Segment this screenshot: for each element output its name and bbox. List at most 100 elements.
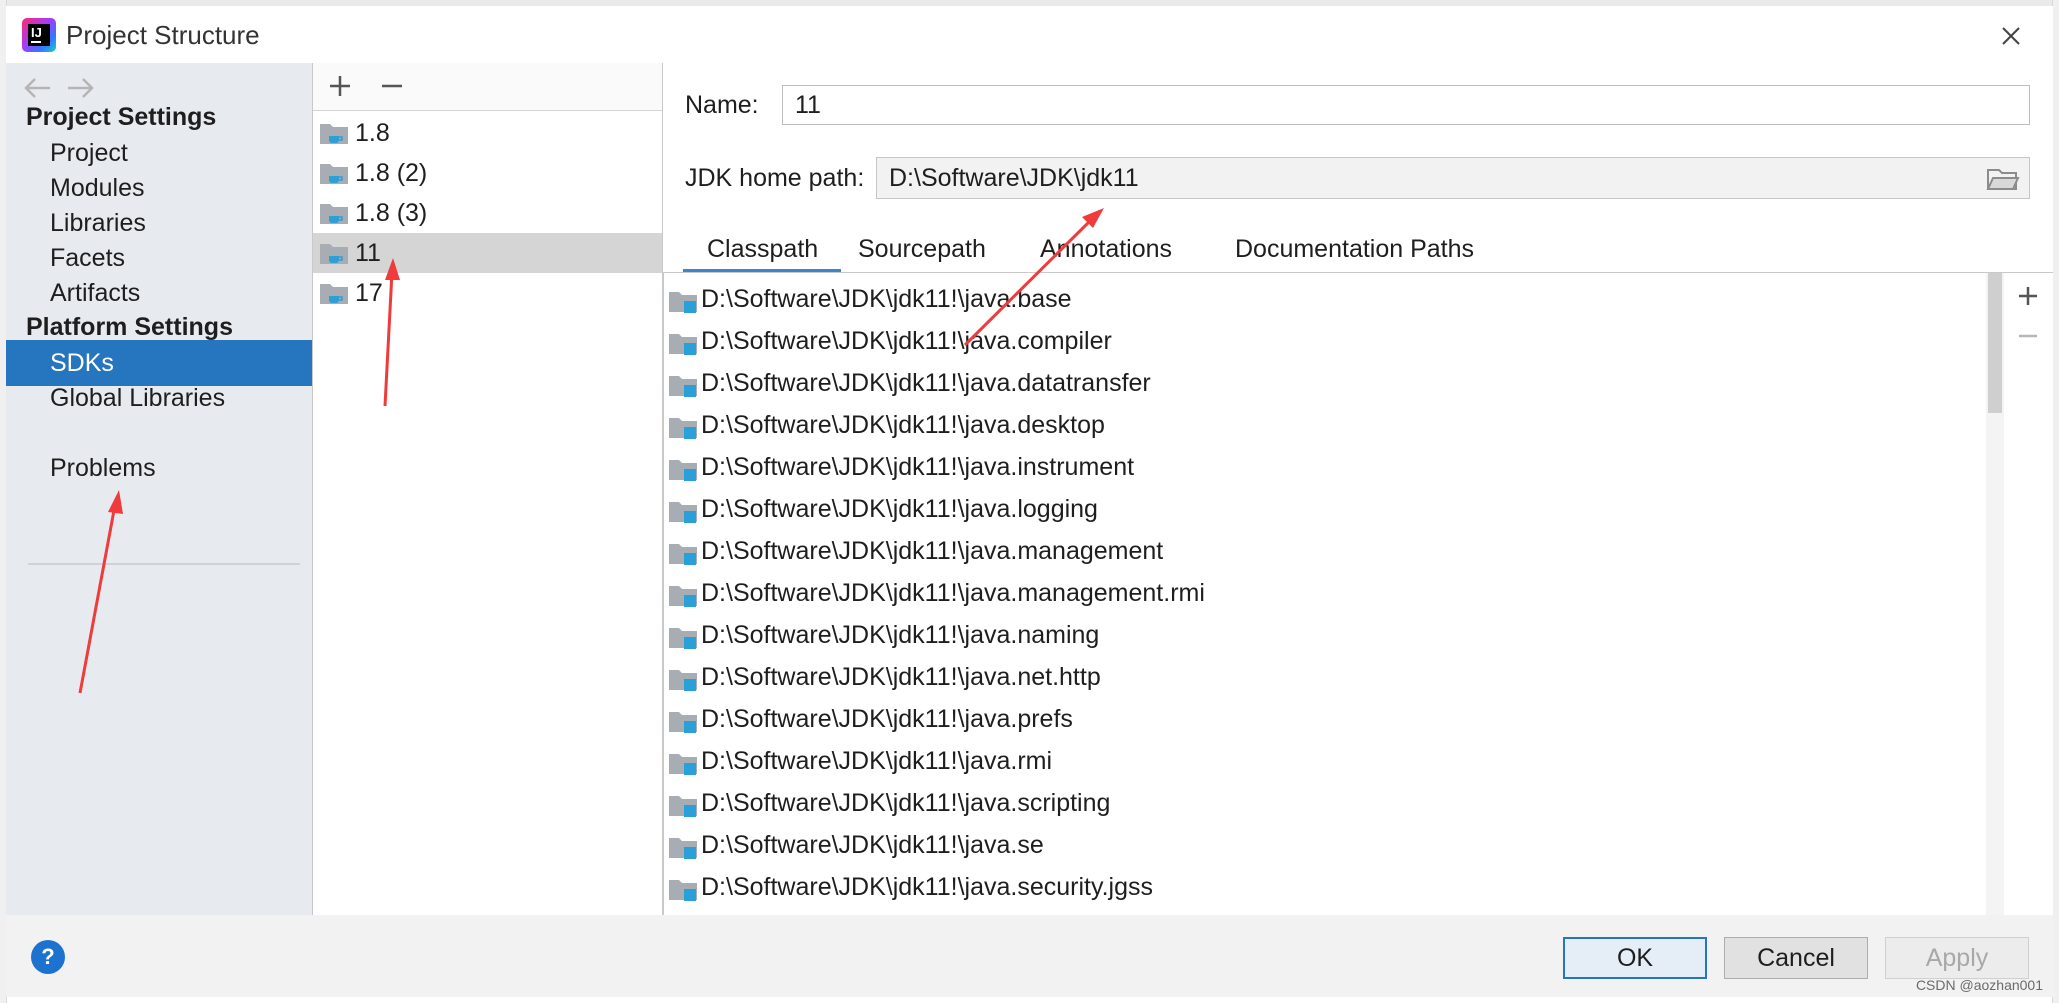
- close-icon[interactable]: [1991, 16, 2031, 56]
- remove-icon[interactable]: [377, 71, 407, 101]
- ok-button[interactable]: OK: [1563, 937, 1707, 979]
- sdk-list-item[interactable]: 1.8 (3): [313, 193, 662, 233]
- library-folder-icon: [669, 376, 697, 397]
- library-folder-icon: [669, 460, 697, 481]
- classpath-entry-label: D:\Software\JDK\jdk11!\java.management: [701, 537, 1164, 565]
- classpath-entry[interactable]: D:\Software\JDK\jdk11!\java.rmi: [664, 741, 1994, 783]
- nav-item-problems[interactable]: Problems: [6, 445, 312, 491]
- sdk-label: 1.8 (3): [355, 199, 428, 227]
- library-folder-icon: [669, 754, 697, 775]
- sdk-label: 1.8: [355, 119, 390, 147]
- tab-classpath[interactable]: Classpath: [683, 225, 841, 273]
- classpath-entry[interactable]: D:\Software\JDK\jdk11!\java.logging: [664, 489, 1994, 531]
- sdk-label: 1.8 (2): [355, 159, 428, 187]
- classpath-entry-label: D:\Software\JDK\jdk11!\java.base: [701, 285, 1072, 313]
- jdk-home-path-field[interactable]: D:\Software\JDK\jdk11: [876, 157, 2030, 199]
- tab-label: Documentation Paths: [1235, 235, 1475, 263]
- classpath-entry[interactable]: D:\Software\JDK\jdk11!\java.desktop: [664, 405, 1994, 447]
- classpath-entry[interactable]: D:\Software\JDK\jdk11!\java.base: [664, 279, 1994, 321]
- nav-item-global-libraries[interactable]: Global Libraries: [6, 375, 312, 421]
- settings-sidebar: Project Settings Project Modules Librari…: [6, 63, 313, 915]
- dialog-button-bar: ? OK Cancel Apply CSDN @aozhan001: [6, 915, 2053, 997]
- jdk-home-path-label: JDK home path:: [685, 164, 865, 192]
- remove-classpath-icon[interactable]: [2013, 321, 2043, 351]
- classpath-list[interactable]: D:\Software\JDK\jdk11!\java.base D:\Softw…: [663, 273, 2004, 915]
- library-folder-icon: [669, 334, 697, 355]
- classpath-entry[interactable]: D:\Software\JDK\jdk11!\java.security.jgs…: [664, 867, 1994, 909]
- forward-arrow-icon[interactable]: [62, 73, 98, 103]
- help-icon[interactable]: ?: [31, 940, 65, 974]
- scrollbar-thumb[interactable]: [1988, 273, 2002, 413]
- classpath-entry-label: D:\Software\JDK\jdk11!\java.se: [701, 831, 1044, 859]
- classpath-entry[interactable]: D:\Software\JDK\jdk11!\java.instrument: [664, 447, 1994, 489]
- window-title: Project Structure: [66, 20, 260, 50]
- classpath-entry-label: D:\Software\JDK\jdk11!\java.security.jgs…: [701, 873, 1154, 901]
- nav-item-artifacts[interactable]: Artifacts: [6, 270, 312, 316]
- apply-button[interactable]: Apply: [1885, 937, 2029, 979]
- sdk-detail-panel: Name: JDK home path: D:\Software\JDK\jdk…: [663, 63, 2053, 915]
- classpath-entry[interactable]: D:\Software\JDK\jdk11!\java.management: [664, 531, 1994, 573]
- library-folder-icon: [669, 502, 697, 523]
- classpath-entry[interactable]: D:\Software\JDK\jdk11!\java.scripting: [664, 783, 1994, 825]
- tab-label: Classpath: [707, 235, 819, 263]
- sdk-list-item[interactable]: 1.8 (2): [313, 153, 662, 193]
- tab-sourcepath[interactable]: Sourcepath: [858, 225, 998, 273]
- classpath-entry[interactable]: D:\Software\JDK\jdk11!\java.se: [664, 825, 1994, 867]
- classpath-entry-label: D:\Software\JDK\jdk11!\java.management.r…: [701, 579, 1205, 607]
- vertical-scrollbar[interactable]: [1986, 273, 2004, 915]
- project-settings-header: Project Settings: [26, 103, 217, 131]
- nav-item-label: Global Libraries: [50, 384, 226, 412]
- platform-settings-header: Platform Settings: [26, 313, 233, 341]
- sdk-list-item[interactable]: 1.8: [313, 113, 662, 153]
- library-folder-icon: [669, 544, 697, 565]
- classpath-entry-label: D:\Software\JDK\jdk11!\java.naming: [701, 621, 1100, 649]
- library-folder-icon: [669, 712, 697, 733]
- sdk-list-panel: 1.8 1.8 (2) 1.8 (3) 11 17: [313, 63, 663, 915]
- project-structure-dialog: IJ Project Structure Project Settings Pr…: [0, 0, 2059, 1003]
- nav-item-label: Libraries: [50, 209, 146, 237]
- library-folder-icon: [669, 418, 697, 439]
- jdk-folder-icon: [320, 204, 348, 224]
- tab-documentation-paths[interactable]: Documentation Paths: [1235, 225, 1495, 273]
- library-folder-icon: [669, 292, 697, 313]
- sdk-list-item[interactable]: 17: [313, 273, 662, 313]
- add-icon[interactable]: [325, 71, 355, 101]
- jdk-folder-icon: [320, 164, 348, 184]
- sdk-list-item-selected[interactable]: 11: [313, 233, 662, 273]
- name-field[interactable]: [782, 85, 2030, 125]
- nav-item-label: Problems: [50, 454, 156, 482]
- tab-annotations[interactable]: Annotations: [1040, 225, 1190, 273]
- add-classpath-icon[interactable]: [2013, 281, 2043, 311]
- classpath-entry-label: D:\Software\JDK\jdk11!\java.logging: [701, 495, 1098, 523]
- tab-label: Annotations: [1040, 235, 1173, 263]
- classpath-entry[interactable]: D:\Software\JDK\jdk11!\java.prefs: [664, 699, 1994, 741]
- nav-item-label: Facets: [50, 244, 126, 272]
- classpath-entry-label: D:\Software\JDK\jdk11!\java.desktop: [701, 411, 1105, 439]
- watermark: CSDN @aozhan001: [1915, 977, 2043, 993]
- browse-folder-icon[interactable]: [1986, 165, 2020, 193]
- classpath-entry-label: D:\Software\JDK\jdk11!\java.rmi: [701, 747, 1053, 775]
- back-arrow-icon[interactable]: [20, 73, 56, 103]
- cancel-button[interactable]: Cancel: [1724, 937, 1868, 979]
- title-bar: IJ Project Structure: [6, 6, 2053, 63]
- sdk-label: 11: [355, 239, 381, 267]
- classpath-entry[interactable]: D:\Software\JDK\jdk11!\java.compiler: [664, 321, 1994, 363]
- classpath-entry[interactable]: D:\Software\JDK\jdk11!\java.management.r…: [664, 573, 1994, 615]
- nav-divider: [28, 563, 300, 565]
- jdk-folder-icon: [320, 244, 348, 264]
- nav-item-label: Artifacts: [50, 279, 141, 307]
- classpath-entry[interactable]: D:\Software\JDK\jdk11!\java.net.http: [664, 657, 1994, 699]
- nav-item-label: Modules: [50, 174, 145, 202]
- classpath-entry[interactable]: D:\Software\JDK\jdk11!\java.naming: [664, 615, 1994, 657]
- name-label: Name:: [685, 91, 759, 119]
- jdk-folder-icon: [320, 284, 348, 304]
- classpath-entry-label: D:\Software\JDK\jdk11!\java.net.http: [701, 663, 1101, 691]
- nav-item-label: Project: [50, 139, 128, 167]
- library-folder-icon: [669, 838, 697, 859]
- classpath-entry-label: D:\Software\JDK\jdk11!\java.scripting: [701, 789, 1111, 817]
- classpath-entry-label: D:\Software\JDK\jdk11!\java.instrument: [701, 453, 1135, 481]
- library-folder-icon: [669, 586, 697, 607]
- classpath-entry[interactable]: D:\Software\JDK\jdk11!\java.datatransfer: [664, 363, 1994, 405]
- jdk-folder-icon: [320, 124, 348, 144]
- sdk-toolbar: [313, 63, 662, 111]
